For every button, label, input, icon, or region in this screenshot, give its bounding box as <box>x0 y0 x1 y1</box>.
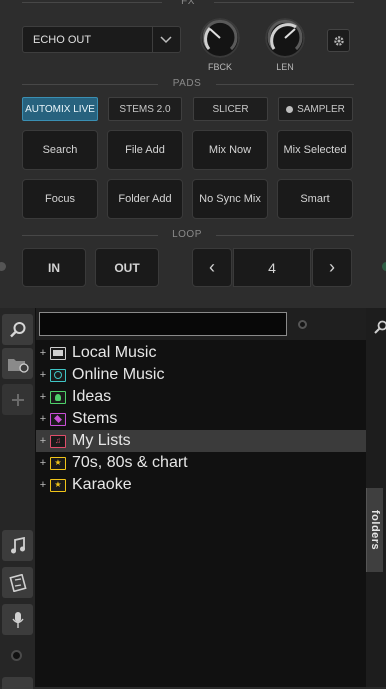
pad-no-sync-mix-button[interactable]: No Sync Mix <box>192 179 268 219</box>
film-icon <box>9 574 27 592</box>
pads-divider-left <box>22 84 158 85</box>
pad-folder-add-button[interactable]: Folder Add <box>107 179 183 219</box>
expand-icon[interactable]: + <box>38 347 48 359</box>
folders-tab-label: folders <box>369 510 381 550</box>
browser-search-input[interactable] <box>39 312 287 336</box>
tree-item-label: My Lists <box>72 432 131 450</box>
loop-in-button[interactable]: IN <box>22 248 86 287</box>
tree-item-ideas[interactable]: + Ideas <box>36 386 366 408</box>
pad-file-add-button[interactable]: File Add <box>107 130 183 170</box>
tree-item-karaoke[interactable]: + ★ Karaoke <box>36 474 366 496</box>
effect-select-value: ECHO OUT <box>33 34 91 46</box>
length-knob-label: LEN <box>265 62 305 72</box>
search-icon <box>374 320 386 334</box>
expand-icon[interactable]: + <box>38 391 48 403</box>
tree-item-label: Online Music <box>72 366 164 384</box>
list-icon: ♫ <box>50 435 66 448</box>
tree-item-label: Karaoke <box>72 476 132 494</box>
loop-out-button[interactable]: OUT <box>95 248 159 287</box>
folders-sideview-tab[interactable]: folders <box>366 488 383 572</box>
globe-icon <box>50 369 66 382</box>
tree-item-online-music[interactable]: + Online Music <box>36 364 366 386</box>
fx-divider-left <box>22 2 162 3</box>
stems-icon <box>50 413 66 426</box>
tree-item-stems[interactable]: + Stems <box>36 408 366 430</box>
expand-icon[interactable]: + <box>38 413 48 425</box>
feedback-knob-label: FBCK <box>200 62 240 72</box>
karaoke-filter-button[interactable] <box>2 604 33 635</box>
tree-item-label: Local Music <box>72 344 156 362</box>
sideview-strip: folders <box>366 308 386 687</box>
tree-item-my-lists[interactable]: + ♫ My Lists <box>36 430 366 452</box>
tab-stems[interactable]: STEMS 2.0 <box>108 97 182 121</box>
tree-item-label: Ideas <box>72 388 111 406</box>
sidebar-dot-indicator <box>11 650 22 661</box>
music-note-icon <box>9 537 27 555</box>
gear-icon <box>333 35 345 47</box>
sidebar-bottom-button[interactable] <box>2 677 33 689</box>
knob-arc-icon <box>200 18 240 58</box>
computer-icon <box>50 347 66 360</box>
tab-sampler-label: SAMPLER <box>297 104 345 115</box>
pad-smart-button[interactable]: Smart <box>277 179 353 219</box>
fx-settings-button[interactable] <box>327 29 350 52</box>
tree-item-label: Stems <box>72 410 117 428</box>
audio-filter-button[interactable] <box>2 530 33 561</box>
pads-divider-right <box>216 84 354 85</box>
tab-automix-live[interactable]: AUTOMIX LIVE <box>22 97 98 121</box>
star-folder-icon: ★ <box>50 457 66 470</box>
search-options-button[interactable] <box>298 320 307 329</box>
loop-next-button[interactable]: › <box>312 248 352 287</box>
pads-section-label: PADS <box>162 78 212 89</box>
tab-sampler[interactable]: SAMPLER <box>278 97 353 121</box>
expand-icon[interactable]: + <box>38 457 48 469</box>
expand-icon[interactable]: + <box>38 435 48 447</box>
loop-left-indicator <box>0 262 6 271</box>
tree-item-label: 70s, 80s & chart <box>72 454 188 472</box>
loop-prev-button[interactable]: ‹ <box>192 248 232 287</box>
length-knob[interactable] <box>265 18 305 58</box>
tree-item-70s-80s-chart[interactable]: + ★ 70s, 80s & chart <box>36 452 366 474</box>
chevron-down-icon <box>160 35 172 44</box>
knob-arc-icon <box>265 18 305 58</box>
lightbulb-icon <box>50 391 66 404</box>
loop-right-indicator <box>382 262 386 271</box>
effect-select-divider <box>152 27 153 52</box>
expand-icon[interactable]: + <box>38 479 48 491</box>
feedback-knob[interactable] <box>200 18 240 58</box>
tree-item-local-music[interactable]: + Local Music <box>36 342 366 364</box>
deck-panel: FX ECHO OUT FBCK LEN PADS <box>0 0 386 308</box>
pad-search-button[interactable]: Search <box>22 130 98 170</box>
loop-length-value: 4 <box>233 248 311 287</box>
fx-section-label: FX <box>170 0 206 7</box>
star-folder-icon: ★ <box>50 479 66 492</box>
browser-sidebar <box>0 308 36 687</box>
video-filter-button[interactable] <box>2 567 33 598</box>
loop-divider-right <box>216 235 354 236</box>
pad-mix-selected-button[interactable]: Mix Selected <box>277 130 353 170</box>
microphone-icon <box>11 611 25 629</box>
search-icon <box>9 321 27 339</box>
loop-section-label: LOOP <box>162 229 212 240</box>
expand-icon[interactable]: + <box>38 369 48 381</box>
add-folder-button[interactable] <box>2 384 33 415</box>
sampler-icon <box>286 106 293 113</box>
pad-mix-now-button[interactable]: Mix Now <box>192 130 268 170</box>
fx-divider-right <box>214 2 354 3</box>
plus-icon <box>11 393 25 407</box>
loop-divider-left <box>22 235 158 236</box>
browser-search-bar <box>36 308 366 340</box>
pad-focus-button[interactable]: Focus <box>22 179 98 219</box>
effect-select[interactable]: ECHO OUT <box>22 26 181 53</box>
search-sidebar-button[interactable] <box>2 314 33 345</box>
folder-sync-icon <box>7 355 29 373</box>
tab-slicer[interactable]: SLICER <box>193 97 268 121</box>
folders-sidebar-button[interactable] <box>2 348 33 379</box>
